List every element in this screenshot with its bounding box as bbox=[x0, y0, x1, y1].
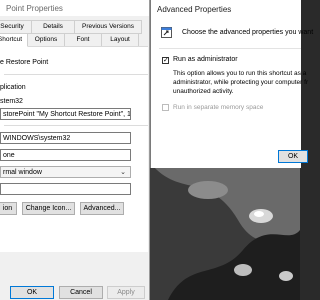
open-file-location-button[interactable]: ion bbox=[0, 202, 17, 215]
separate-memory-label: Run in separate memory space bbox=[173, 104, 264, 111]
advanced-heading: Choose the advanced properties you want bbox=[182, 29, 314, 36]
target-field[interactable]: storePoint "My Shortcut Restore Point", … bbox=[0, 108, 131, 120]
change-icon-button[interactable]: Change Icon... bbox=[22, 202, 75, 215]
ok-button[interactable]: OK bbox=[10, 286, 54, 299]
properties-button-bar: OK Cancel Apply bbox=[0, 252, 149, 300]
tab-font[interactable]: Font bbox=[64, 33, 102, 47]
comment-field[interactable] bbox=[0, 183, 131, 195]
run-as-admin-label[interactable]: Run as administrator bbox=[173, 56, 238, 63]
shortcut-name: e Restore Point bbox=[0, 59, 49, 66]
run-as-admin-description-line: administrator, while protecting your com… bbox=[173, 79, 309, 86]
advanced-button[interactable]: Advanced... bbox=[80, 202, 124, 215]
advanced-ok-button[interactable]: OK bbox=[278, 150, 308, 163]
separate-memory-checkbox bbox=[162, 104, 169, 111]
tab-options[interactable]: Options bbox=[27, 33, 65, 47]
shortcut-tab-panel: e Restore Point plication stem32 storePo… bbox=[0, 46, 148, 253]
run-select[interactable]: rmal window ⌄ bbox=[0, 166, 131, 178]
apply-button[interactable]: Apply bbox=[107, 286, 145, 299]
shortcut-icon bbox=[161, 27, 172, 38]
separator bbox=[4, 74, 148, 75]
start-in-field[interactable]: WINDOWS\system32 bbox=[0, 132, 131, 144]
separator bbox=[159, 48, 301, 49]
shortcut-key-field[interactable]: one bbox=[0, 149, 131, 161]
cancel-button[interactable]: Cancel bbox=[59, 286, 103, 299]
run-as-admin-description-line: unauthorized activity. bbox=[173, 88, 234, 95]
tab-shortcut[interactable]: Shortcut bbox=[0, 33, 28, 47]
advanced-title: Advanced Properties bbox=[157, 5, 232, 14]
run-as-admin-description-line: This option allows you to run this short… bbox=[173, 70, 307, 77]
target-location-value: stem32 bbox=[0, 98, 23, 105]
shortcut-properties-window: Point Properties Security Details Previo… bbox=[0, 0, 150, 300]
advanced-properties-window: Advanced Properties Choose the advanced … bbox=[150, 0, 313, 168]
tab-details[interactable]: Details bbox=[31, 20, 75, 34]
run-as-admin-checkbox[interactable]: ✓ bbox=[162, 57, 169, 64]
chevron-down-icon: ⌄ bbox=[120, 169, 126, 176]
target-type-value: plication bbox=[0, 84, 26, 91]
properties-titlebar[interactable]: Point Properties bbox=[0, 0, 149, 16]
properties-title: Point Properties bbox=[6, 4, 63, 13]
run-select-value: rmal window bbox=[3, 169, 42, 176]
tab-previous-versions[interactable]: Previous Versions bbox=[74, 20, 142, 34]
tab-layout[interactable]: Layout bbox=[101, 33, 139, 47]
separator bbox=[4, 125, 148, 126]
properties-tab-strip: Security Details Previous Versions Short… bbox=[0, 20, 149, 47]
desktop-wallpaper bbox=[148, 160, 300, 300]
tab-security[interactable]: Security bbox=[0, 20, 32, 34]
